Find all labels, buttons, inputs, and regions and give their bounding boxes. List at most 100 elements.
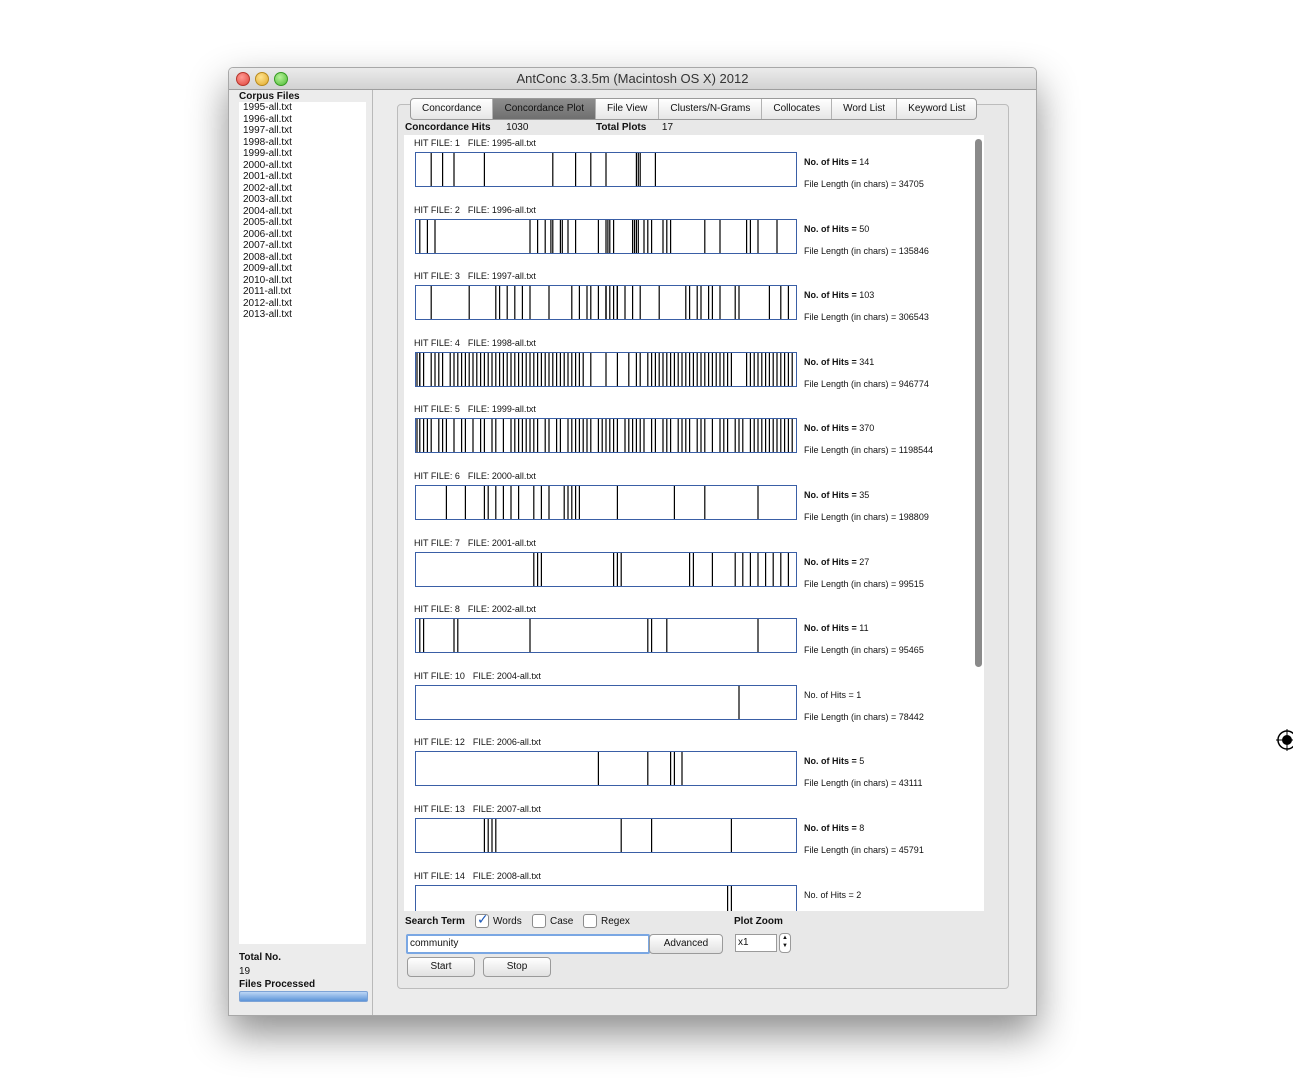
hit-distribution-bar[interactable] — [415, 618, 797, 654]
hit-distribution-bar[interactable] — [415, 551, 797, 587]
tab-collocates[interactable]: Collocates — [762, 99, 833, 119]
tab-file-view[interactable]: File View — [596, 99, 660, 119]
words-checkbox-box[interactable] — [475, 911, 489, 928]
corpus-file-item[interactable]: 1999-all.txt — [239, 148, 366, 160]
corpus-file-item[interactable]: 2001-all.txt — [239, 171, 366, 183]
start-button[interactable]: Start — [407, 957, 475, 977]
hit-file-name: FILE: 1995-all.txt — [467, 138, 536, 148]
hit-distribution-bar[interactable] — [415, 418, 797, 454]
hit-file-label: HIT FILE: 13 FILE: 2007-all.txt — [414, 804, 541, 814]
search-term-label: Search Term — [405, 916, 465, 927]
hit-file-name: FILE: 2008-all.txt — [472, 870, 541, 881]
corpus-file-item[interactable]: 2009-all.txt — [239, 263, 366, 275]
file-length: File Length (in chars) = 946774 — [804, 378, 929, 389]
number-of-hits: No. of Hits = 8 — [804, 823, 864, 833]
corpus-file-item[interactable]: 2002-all.txt — [239, 183, 366, 195]
advanced-button[interactable]: Advanced — [649, 934, 723, 954]
hit-distribution-bar[interactable] — [415, 152, 797, 187]
corpus-file-item[interactable]: 2012-all.txt — [239, 298, 366, 310]
corpus-file-item[interactable]: 2005-all.txt — [239, 217, 366, 229]
corpus-file-item[interactable]: 2008-all.txt — [239, 252, 366, 264]
hit-marks — [445, 486, 759, 519]
corpus-file-item[interactable]: 2010-all.txt — [239, 275, 366, 287]
case-checkbox[interactable]: Case — [532, 914, 573, 928]
plot-block: HIT FILE: 5 FILE: 1999-all.txt No. of Hits… — [404, 404, 974, 472]
corpus-file-item[interactable]: 1996-all.txt — [239, 114, 366, 126]
plot-block: HIT FILE: 6 FILE: 2000-all.txt No. of Hits… — [404, 471, 974, 539]
hit-distribution-bar[interactable] — [415, 285, 797, 321]
corpus-file-item[interactable]: 1995-all.txt — [239, 102, 366, 114]
hit-file-number: HIT FILE: 10 — [414, 670, 465, 681]
corpus-file-item[interactable]: 2003-all.txt — [239, 194, 366, 206]
summary-row: Concordance Hits 1030 Total Plots 17 — [405, 122, 673, 133]
stop-button[interactable]: Stop — [483, 957, 551, 977]
corpus-file-item[interactable]: 1998-all.txt — [239, 137, 366, 149]
tab-concordance-plot[interactable]: Concordance Plot — [493, 99, 596, 119]
regex-checkbox-box[interactable] — [583, 914, 597, 928]
corpus-file-item[interactable]: 2011-all.txt — [239, 286, 366, 298]
hit-file-number: HIT FILE: 14 — [414, 870, 465, 881]
hit-distribution-bar[interactable] — [415, 751, 797, 787]
corpus-file-item[interactable]: 1997-all.txt — [239, 125, 366, 137]
search-term-input[interactable]: community — [406, 934, 650, 954]
hit-file-number: HIT FILE: 1 — [414, 138, 460, 148]
hit-file-label: HIT FILE: 14 FILE: 2008-all.txt — [414, 871, 541, 881]
plot-block: HIT FILE: 2 FILE: 1996-all.txt No. of Hits… — [404, 205, 974, 273]
words-checkbox[interactable]: Words — [475, 911, 522, 928]
hit-distribution-bar[interactable] — [415, 684, 797, 720]
plot-block: HIT FILE: 12 FILE: 2006-all.txt No. of Hit… — [404, 737, 974, 805]
hit-distribution-bar[interactable] — [415, 884, 797, 911]
number-of-hits: No. of Hits = 35 — [804, 490, 869, 500]
number-of-hits: No. of Hits = 341 — [804, 357, 874, 367]
number-of-hits-label: No. of Hits = — [804, 823, 857, 833]
hit-marks — [483, 819, 732, 852]
antconc-window: AntConc 3.3.5m (Macintosh OS X) 2012 Cor… — [228, 67, 1037, 1016]
plot-zoom-input[interactable]: x1 — [735, 934, 777, 952]
concordance-plot-area[interactable]: HIT FILE: 1 FILE: 1995-all.txt No. of Hits… — [404, 135, 984, 911]
total-plots-value: 17 — [661, 122, 674, 133]
hit-file-label: HIT FILE: 12 FILE: 2006-all.txt — [414, 737, 541, 747]
hit-file-number: HIT FILE: 5 — [414, 404, 460, 415]
case-checkbox-box[interactable] — [532, 914, 546, 928]
number-of-hits-label: No. of Hits = — [804, 157, 857, 167]
hit-marks — [419, 619, 759, 653]
file-length: File Length (in chars) = 95465 — [804, 645, 924, 656]
regex-label: Regex — [601, 915, 630, 927]
plot-block: HIT FILE: 1 FILE: 1995-all.txt No. of Hits… — [404, 138, 974, 206]
words-label: Words — [493, 915, 522, 927]
hit-file-number: HIT FILE: 7 — [414, 537, 460, 548]
hit-distribution-bar[interactable] — [415, 218, 797, 254]
file-length: File Length (in chars) = 43111 — [804, 778, 923, 789]
hit-distribution-bar[interactable] — [415, 818, 797, 853]
corpus-panel: Corpus Files 1995-all.txt 1996-all.txt 199… — [229, 90, 373, 1015]
corpus-file-item[interactable]: 2006-all.txt — [239, 229, 366, 241]
corpus-file-list[interactable]: 1995-all.txt 1996-all.txt 1997-all.txt 1998… — [239, 102, 366, 944]
hit-marks — [727, 885, 732, 911]
case-label: Case — [550, 915, 574, 927]
zoom-stepper[interactable]: ▲ ▼ — [779, 933, 791, 953]
number-of-hits: No. of Hits = 50 — [804, 224, 869, 234]
hit-file-name: FILE: 2000-all.txt — [467, 471, 536, 481]
number-of-hits: No. of Hits = 11 — [804, 623, 869, 633]
corpus-file-item[interactable]: 2000-all.txt — [239, 160, 366, 172]
tab-clusters-n-grams[interactable]: Clusters/N-Grams — [659, 99, 763, 119]
files-processed-progress-bar — [239, 991, 368, 1002]
corpus-file-item[interactable]: 2004-all.txt — [239, 206, 366, 218]
corpus-file-item[interactable]: 2007-all.txt — [239, 240, 366, 252]
concordance-hits-value: 1030 — [506, 122, 529, 133]
hit-marks — [533, 552, 789, 586]
tab-keyword-list[interactable]: Keyword List — [897, 99, 976, 119]
hit-distribution-bar[interactable] — [415, 485, 797, 520]
tab-word-list[interactable]: Word List — [832, 99, 898, 119]
plot-scrollbar[interactable] — [975, 139, 982, 667]
hit-file-name: FILE: 2002-all.txt — [467, 604, 536, 615]
files-processed-label: Files Processed — [239, 979, 316, 990]
regex-checkbox[interactable]: Regex — [583, 914, 630, 928]
corpus-file-item[interactable]: 2013-all.txt — [239, 309, 366, 321]
tab-concordance[interactable]: Concordance — [411, 99, 494, 119]
hit-file-label: HIT FILE: 3 FILE: 1997-all.txt — [414, 271, 536, 281]
plot-block: HIT FILE: 8 FILE: 2002-all.txt No. of Hits… — [404, 604, 974, 672]
number-of-hits-value: 103 — [859, 290, 875, 301]
hit-distribution-bar[interactable] — [415, 351, 797, 387]
number-of-hits-value: 8 — [859, 823, 865, 833]
